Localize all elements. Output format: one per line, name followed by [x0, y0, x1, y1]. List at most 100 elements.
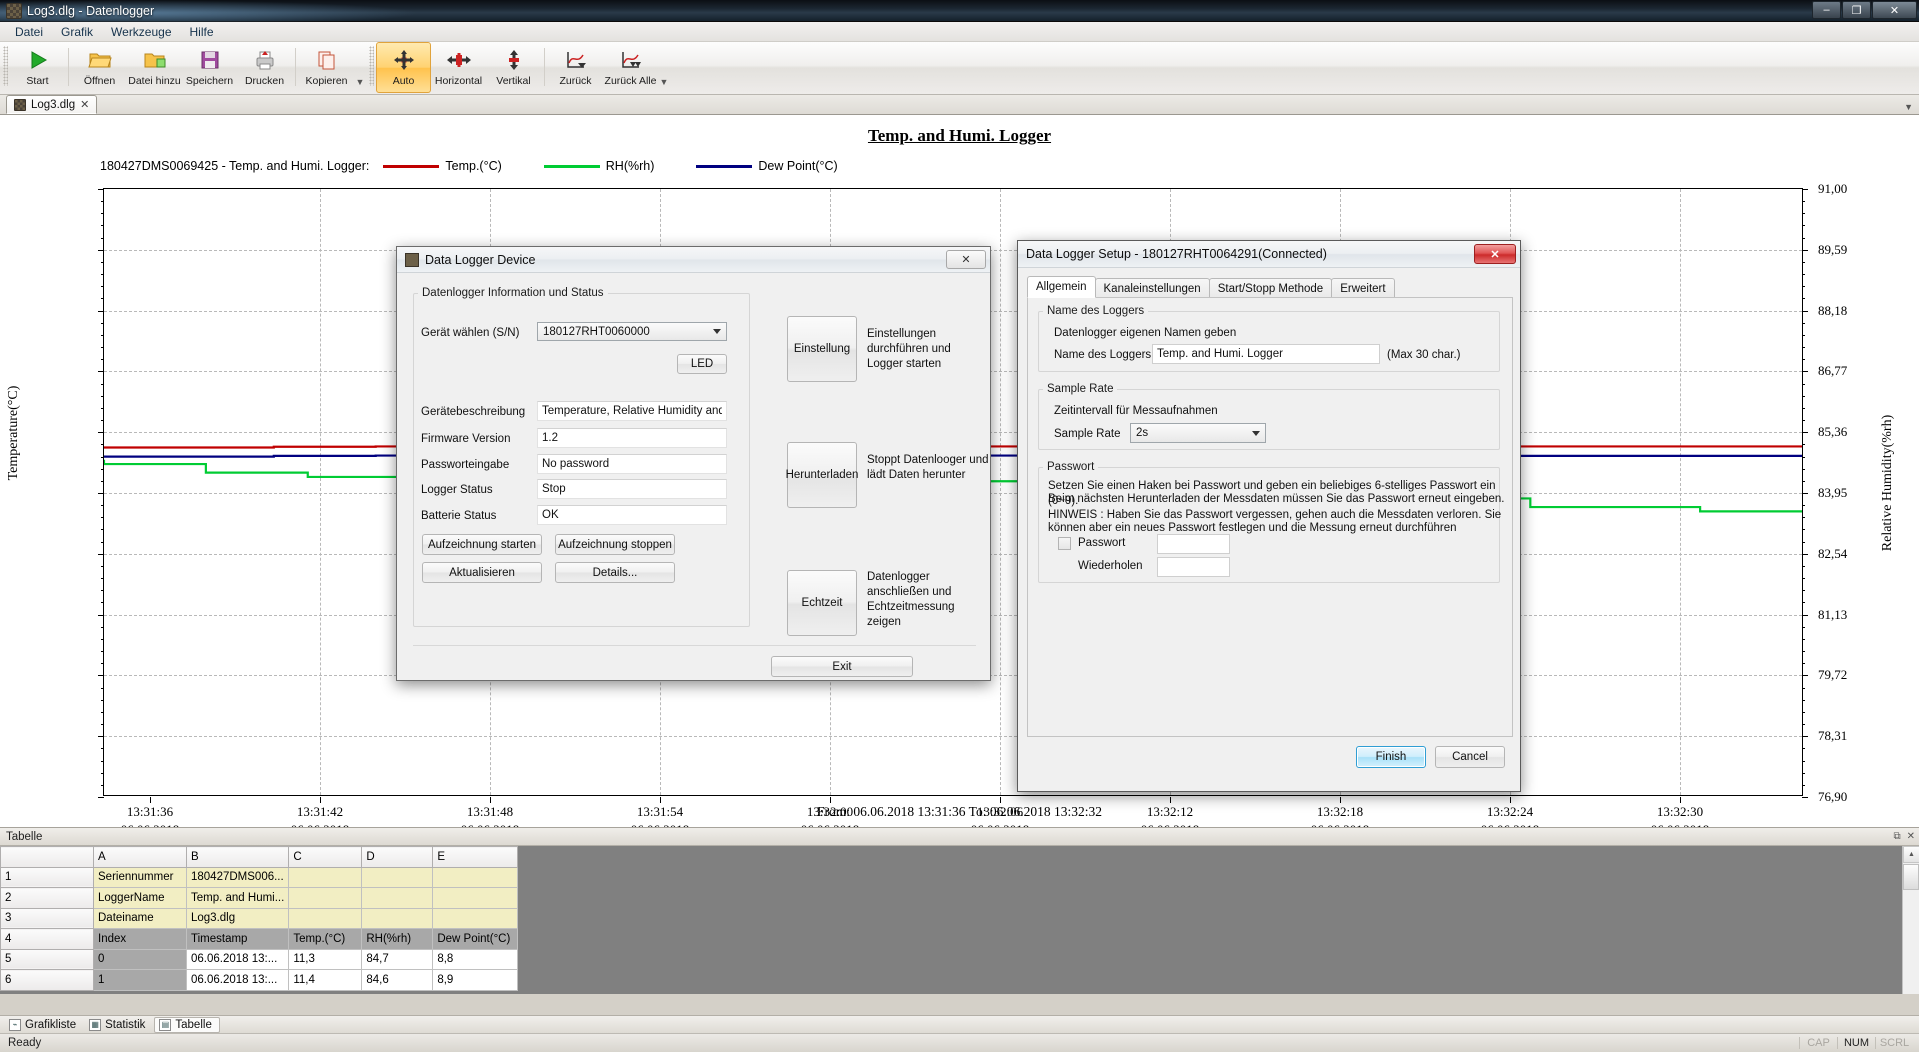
table-vertical-scrollbar[interactable]: ▲ [1902, 846, 1919, 994]
table-cell[interactable]: Timestamp [187, 929, 289, 950]
maximize-icon[interactable]: ❐ [1842, 1, 1871, 19]
table-cell[interactable]: Temp.(°C) [289, 929, 362, 950]
minimize-icon[interactable]: – [1812, 1, 1841, 19]
menu-item-datei[interactable]: Datei [6, 23, 52, 41]
window-title-bar[interactable]: Log3.dlg - Datenlogger – ❐ ✕ [0, 0, 1919, 22]
password-entry-field[interactable]: No password [537, 454, 727, 474]
table-cell[interactable] [362, 888, 433, 909]
data-logger-setup-dialog[interactable]: Data Logger Setup - 180127RHT0064291(Con… [1017, 240, 1521, 792]
toolbar-grip-2[interactable] [369, 46, 374, 86]
einstellung-button[interactable]: Einstellung [787, 316, 857, 382]
row-header[interactable]: 5 [1, 949, 94, 970]
toolbar-button-zurueck-alle[interactable]: Zurück Alle [603, 42, 658, 93]
menu-bar[interactable]: Datei Grafik Werkzeuge Hilfe [0, 22, 1919, 42]
tab-kanaleinstellungen[interactable]: Kanaleinstellungen [1095, 278, 1210, 298]
column-header-b[interactable]: B [187, 847, 289, 868]
document-tab-strip[interactable]: Log3.dlg ✕ ▼ [0, 95, 1919, 115]
column-header-a[interactable]: A [94, 847, 187, 868]
close-icon[interactable]: ✕ [1907, 831, 1915, 842]
firmware-version-field[interactable]: 1.2 [537, 428, 727, 448]
table-cell[interactable] [362, 867, 433, 888]
table-cell[interactable]: 11,4 [289, 970, 362, 991]
row-header[interactable]: 2 [1, 888, 94, 909]
toolbar-button-kopieren[interactable]: Kopieren [299, 42, 354, 93]
herunterladen-button[interactable]: Herunterladen [787, 442, 857, 508]
stop-recording-button[interactable]: Aufzeichnung stoppen [555, 534, 675, 555]
table-row[interactable]: 3DateinameLog3.dlg [1, 908, 518, 929]
setup-tab-row[interactable]: Allgemein Kanaleinstellungen Start/Stopp… [1027, 276, 1394, 298]
data-table[interactable]: A B C D E 1Seriennummer180427DMS006...2L… [0, 846, 518, 991]
bottom-tab-statistik[interactable]: ▦ Statistik [85, 1018, 152, 1032]
led-button[interactable]: LED [677, 354, 727, 374]
start-recording-button[interactable]: Aufzeichnung starten [422, 534, 542, 555]
table-cell[interactable] [289, 888, 362, 909]
tabstrip-overflow-icon[interactable]: ▼ [1904, 102, 1913, 112]
table-cell[interactable] [289, 867, 362, 888]
toolbar-button-speichern[interactable]: Speichern [182, 42, 237, 93]
table-cell[interactable]: Dew Point(°C) [433, 929, 518, 950]
toolbar-overflow-button-2[interactable]: ▼ [658, 42, 670, 93]
table-cell[interactable]: Seriennummer [94, 867, 187, 888]
table-cell[interactable]: 0 [94, 949, 187, 970]
table-pane-caption-buttons[interactable]: ⧉ ✕ [1893, 831, 1915, 842]
device-serial-combo[interactable]: 180127RHT0060000 [537, 322, 727, 341]
table-row[interactable]: 1Seriennummer180427DMS006... [1, 867, 518, 888]
toolbar-button-vertikal[interactable]: Vertikal [486, 42, 541, 93]
row-header[interactable]: 6 [1, 970, 94, 991]
spreadsheet-grid[interactable]: A B C D E 1Seriennummer180427DMS006...2L… [0, 846, 1919, 994]
battery-status-field[interactable]: OK [537, 505, 727, 525]
logger-name-input[interactable]: Temp. and Humi. Logger [1152, 344, 1380, 364]
close-icon[interactable]: ✕ [1474, 244, 1516, 264]
toolbar-overflow-button[interactable]: ▼ [354, 42, 366, 93]
password-repeat-input[interactable] [1157, 557, 1230, 577]
logger-status-field[interactable]: Stop [537, 479, 727, 499]
row-header[interactable]: 3 [1, 908, 94, 929]
toolbar-button-oeffnen[interactable]: Öffnen [72, 42, 127, 93]
scroll-up-icon[interactable]: ▲ [1903, 846, 1919, 863]
data-logger-device-dialog[interactable]: Data Logger Device ✕ Datenlogger Informa… [396, 246, 991, 681]
column-header-corner[interactable] [1, 847, 94, 868]
toolbar-button-auto[interactable]: Auto [376, 42, 431, 93]
menu-item-werkzeuge[interactable]: Werkzeuge [102, 23, 180, 41]
table-body[interactable]: 1Seriennummer180427DMS006...2LoggerNameT… [1, 867, 518, 990]
device-description-field[interactable]: Temperature, Relative Humidity and De [537, 401, 727, 421]
column-header-e[interactable]: E [433, 847, 518, 868]
table-cell[interactable]: 06.06.2018 13:... [187, 970, 289, 991]
table-row[interactable]: 5006.06.2018 13:...11,384,78,8 [1, 949, 518, 970]
finish-button[interactable]: Finish [1356, 746, 1426, 768]
toolbar-grip[interactable] [3, 46, 8, 86]
toolbar-button-datei-hinzu[interactable]: Datei hinzu [127, 42, 182, 93]
toolbar-button-zurueck[interactable]: Zurück [548, 42, 603, 93]
password-checkbox[interactable] [1058, 537, 1071, 550]
table-row[interactable]: 6106.06.2018 13:...11,484,68,9 [1, 970, 518, 991]
setup-dialog-title-bar[interactable]: Data Logger Setup - 180127RHT0064291(Con… [1018, 241, 1520, 268]
close-icon[interactable]: ✕ [80, 98, 89, 111]
tab-allgemein[interactable]: Allgemein [1027, 276, 1096, 298]
table-cell[interactable]: 11,3 [289, 949, 362, 970]
bottom-tab-grafikliste[interactable]: ⌁ Grafikliste [5, 1018, 83, 1032]
exit-button[interactable]: Exit [771, 656, 913, 677]
table-cell[interactable]: 84,7 [362, 949, 433, 970]
table-cell[interactable] [433, 908, 518, 929]
table-cell[interactable]: Dateiname [94, 908, 187, 929]
sample-rate-combo[interactable]: 2s [1130, 423, 1266, 443]
menu-item-hilfe[interactable]: Hilfe [181, 23, 223, 41]
row-header[interactable]: 1 [1, 867, 94, 888]
toolbar-button-horizontal[interactable]: Horizontal [431, 42, 486, 93]
echtzeit-button[interactable]: Echtzeit [787, 570, 857, 636]
table-cell[interactable]: LoggerName [94, 888, 187, 909]
table-cell[interactable]: Log3.dlg [187, 908, 289, 929]
toolbar-button-start[interactable]: Start [10, 42, 65, 93]
bottom-tab-tabelle[interactable]: ▤ Tabelle [154, 1017, 219, 1033]
table-cell[interactable] [362, 908, 433, 929]
device-dialog-title-bar[interactable]: Data Logger Device ✕ [397, 247, 990, 273]
password-input[interactable] [1157, 534, 1230, 554]
cancel-button[interactable]: Cancel [1435, 746, 1505, 768]
toolbar[interactable]: Start Öffnen Datei hinzu [0, 42, 1919, 95]
column-header-d[interactable]: D [362, 847, 433, 868]
table-cell[interactable]: 1 [94, 970, 187, 991]
column-header-c[interactable]: C [289, 847, 362, 868]
bottom-tab-bar[interactable]: ⌁ Grafikliste ▦ Statistik ▤ Tabelle [0, 1015, 1919, 1033]
table-cell[interactable]: RH(%rh) [362, 929, 433, 950]
window-controls[interactable]: – ❐ ✕ [1812, 1, 1917, 19]
